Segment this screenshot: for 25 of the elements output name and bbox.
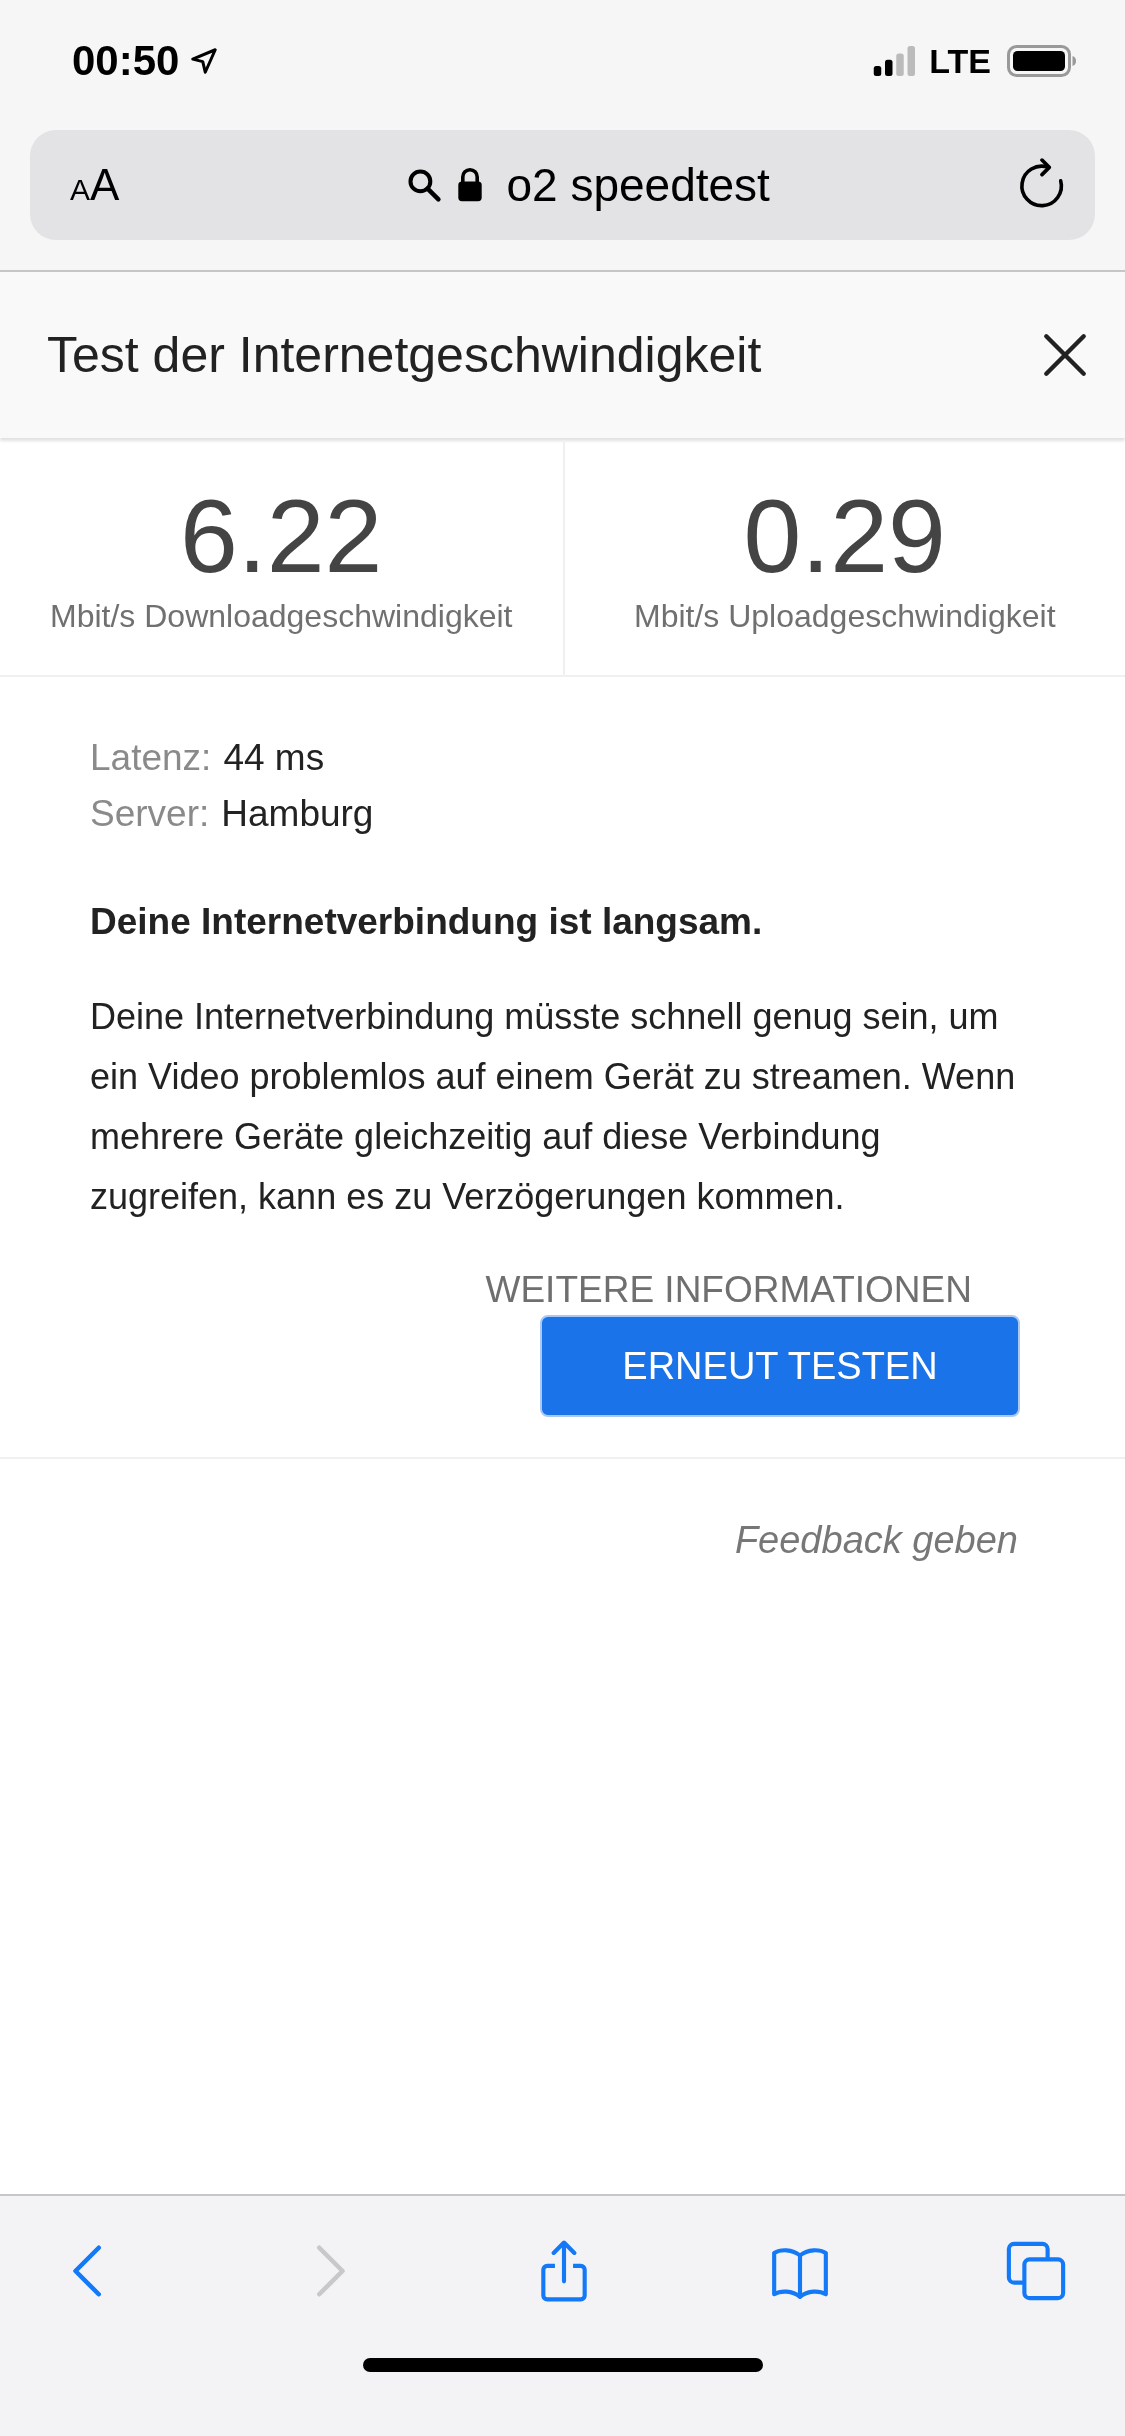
description-paragraph: Deine Internetverbindung müsste schnell genug sein, um ein Video problemlos auf einem Gerät zu streamen. Wenn mehrere Geräte gleichzeitig auf diese Verbindung zugreifen, kann es zu Verzögerungen kommen. bbox=[90, 995, 1017, 1219]
detail-value: 44 ms bbox=[223, 737, 325, 779]
text-size-button[interactable]: AA bbox=[60, 160, 130, 210]
battery-icon bbox=[1007, 44, 1077, 78]
feedback-link[interactable]: Feedback geben bbox=[734, 1519, 1018, 1562]
address-bar[interactable]: AA o2 speedtest bbox=[30, 130, 1095, 240]
detail-value: Hamburg bbox=[221, 793, 374, 835]
url-text: o2 speedtest bbox=[506, 158, 770, 212]
more-info-link[interactable]: WEITERE INFORMATIONEN bbox=[485, 1257, 1020, 1315]
network-type: LTE bbox=[929, 41, 991, 81]
close-icon[interactable] bbox=[1043, 333, 1087, 377]
speed-value: 6.22 bbox=[180, 484, 383, 588]
detail-label: Latenz: bbox=[90, 737, 212, 779]
search-icon bbox=[406, 167, 443, 203]
clock-time: 00:50 bbox=[72, 37, 180, 85]
speed-label: Mbit/s Downloadgeschwindigkeit bbox=[50, 598, 513, 635]
speed-label: Mbit/s Uploadgeschwindigkeit bbox=[633, 598, 1056, 635]
panel-title: Test der Internetgeschwindigkeit bbox=[47, 326, 762, 384]
verdict-text: Deine Internetverbindung ist langsam. bbox=[90, 901, 764, 943]
lock-icon bbox=[456, 167, 485, 203]
location-arrow-icon bbox=[189, 46, 220, 76]
speed-value: 0.29 bbox=[743, 484, 946, 588]
retest-button[interactable]: ERNEUT TESTEN bbox=[540, 1315, 1020, 1417]
detail-label: Server: bbox=[90, 793, 210, 835]
tabs-icon[interactable] bbox=[1005, 2240, 1067, 2302]
